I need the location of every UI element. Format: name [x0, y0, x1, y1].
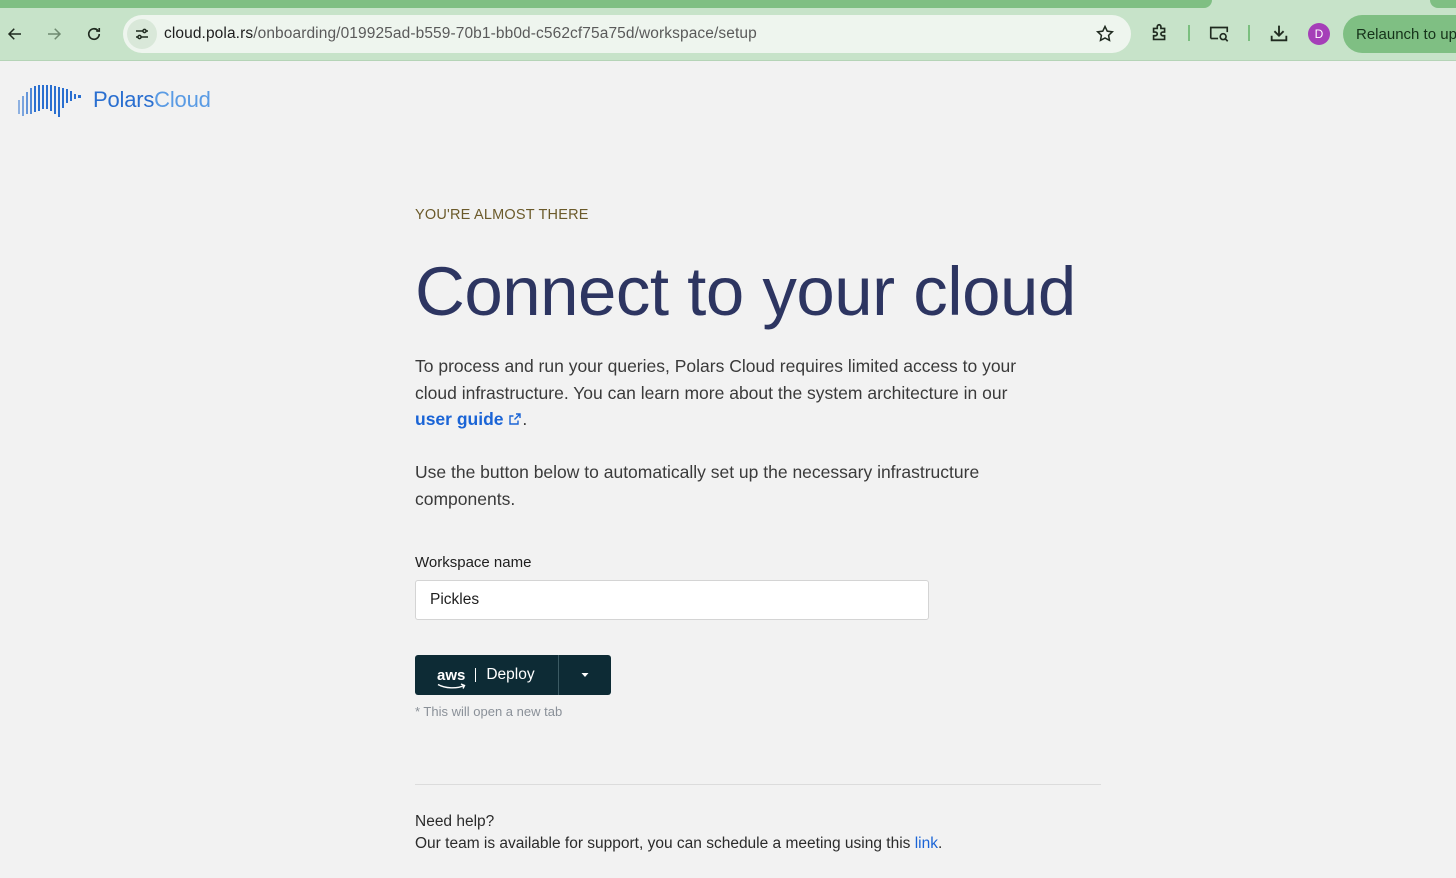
- help-title: Need help?: [415, 813, 495, 830]
- intro-text: To process and run your queries, Polars …: [415, 356, 1017, 403]
- brand-name: PolarsCloud: [93, 87, 211, 113]
- toolbar-divider: [1188, 25, 1190, 41]
- download-icon[interactable]: [1268, 22, 1290, 44]
- relaunch-button[interactable]: Relaunch to update: [1343, 15, 1456, 53]
- new-tab-note: * This will open a new tab: [415, 704, 563, 719]
- user-guide-link[interactable]: user guide: [415, 409, 522, 429]
- intro-period: .: [522, 409, 528, 429]
- url-host: cloud.pola.rs: [164, 25, 254, 42]
- workspace-name-input[interactable]: [415, 580, 929, 620]
- aws-logo-text: aws: [437, 666, 466, 684]
- browser-toolbar: cloud.pola.rs/onboarding/019925ad-b559-7…: [0, 0, 1456, 61]
- page-title: Connect to your cloud: [415, 253, 1076, 330]
- aws-logo: aws: [437, 666, 466, 689]
- help-period: .: [937, 835, 943, 852]
- deploy-label: Deploy: [486, 666, 535, 683]
- tab-strip-end: [1430, 0, 1456, 8]
- bookmark-star-icon[interactable]: [1095, 24, 1115, 44]
- site-info-button[interactable]: [127, 19, 157, 49]
- brand-name-secondary: Cloud: [154, 87, 211, 112]
- back-icon: [7, 28, 21, 40]
- help-text: Our team is available for support, you c…: [415, 835, 942, 853]
- extensions-icon[interactable]: [1149, 22, 1171, 44]
- site-info-icon: [136, 28, 148, 40]
- help-description: Our team is available for support, you c…: [415, 835, 915, 852]
- caret-down-icon: [581, 673, 589, 677]
- deploy-split-button: aws Deploy: [415, 655, 611, 695]
- schedule-meeting-link[interactable]: link: [915, 835, 938, 852]
- url-text: cloud.pola.rs/onboarding/019925ad-b559-7…: [164, 25, 757, 43]
- reload-button[interactable]: [80, 20, 108, 48]
- deploy-divider: [475, 668, 477, 682]
- reload-icon: [87, 27, 101, 41]
- polars-bear-icon: [18, 85, 81, 117]
- user-guide-link-label: user guide: [415, 409, 504, 429]
- polars-cloud-logo[interactable]: PolarsCloud: [16, 82, 211, 118]
- cast-icon[interactable]: [1208, 22, 1230, 44]
- back-button[interactable]: [1, 20, 29, 48]
- section-divider: [415, 784, 1101, 785]
- deploy-options-dropdown[interactable]: [559, 655, 611, 695]
- url-path: /onboarding/019925ad-b559-70b1-bb0d-c562…: [253, 25, 757, 42]
- eyebrow-text: YOU'RE ALMOST THERE: [415, 207, 589, 223]
- instructions-paragraph: Use the button below to automatically se…: [415, 462, 980, 509]
- brand-name-primary: Polars: [93, 87, 155, 112]
- forward-button[interactable]: [40, 20, 68, 48]
- toolbar-divider: [1248, 25, 1250, 41]
- external-link-icon: [509, 413, 522, 425]
- tab-strip: [0, 0, 1212, 8]
- intro-paragraph: To process and run your queries, Polars …: [415, 353, 1035, 433]
- aws-smile-icon: [437, 682, 466, 689]
- workspace-name-label: Workspace name: [415, 554, 532, 571]
- forward-icon: [48, 28, 62, 40]
- address-bar[interactable]: cloud.pola.rs/onboarding/019925ad-b559-7…: [123, 15, 1131, 53]
- deploy-button[interactable]: aws Deploy: [415, 655, 559, 695]
- profile-avatar[interactable]: D: [1308, 23, 1330, 45]
